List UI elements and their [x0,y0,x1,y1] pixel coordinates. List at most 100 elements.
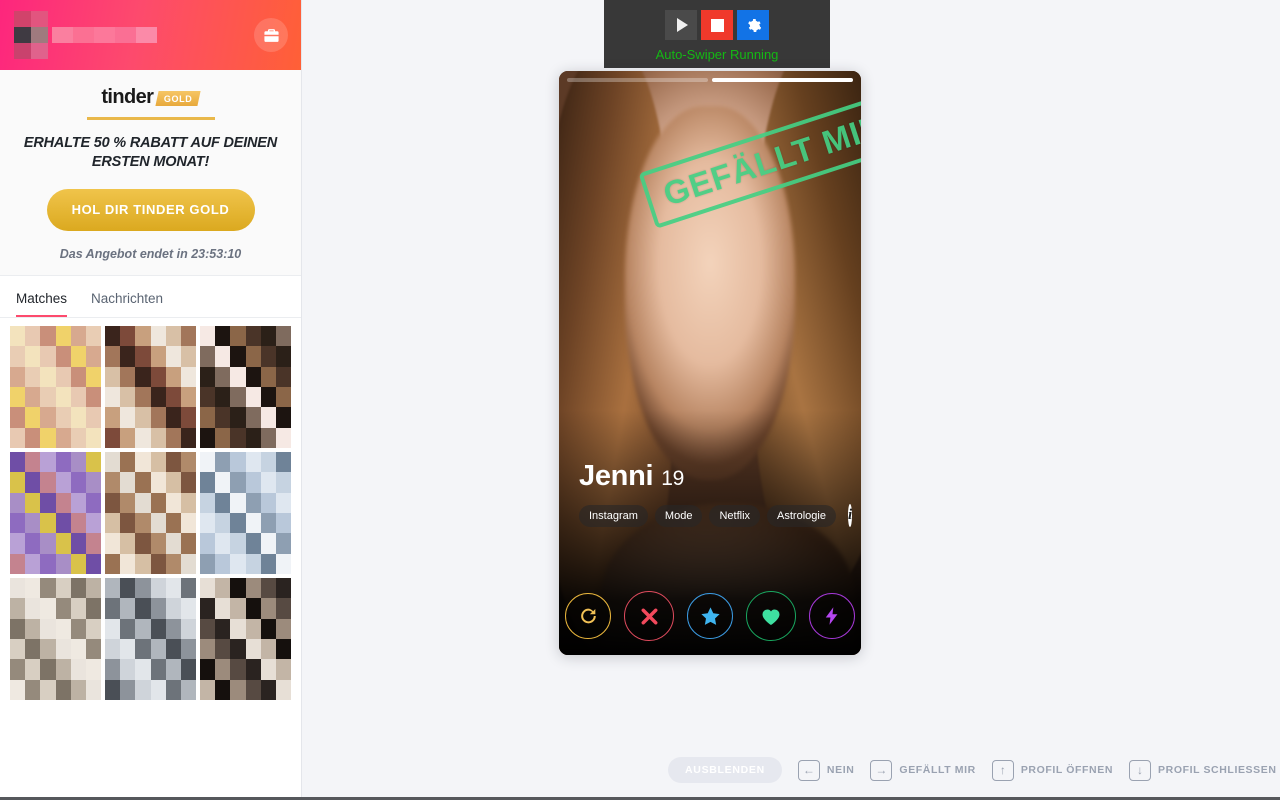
match-tile-pixel [151,452,166,472]
match-tile-pixel [25,387,40,407]
match-tile-pixel [105,387,120,407]
match-tile[interactable] [200,452,291,574]
swipe-card[interactable]: GEFÄLLT MIR Jenni 19 InstagramModeNetfli… [559,71,861,655]
boost-button[interactable] [809,593,855,639]
match-tile-pixel [166,598,181,618]
match-tile-pixel [276,680,291,700]
match-tile-pixel [105,513,120,533]
match-tile[interactable] [10,578,101,700]
match-tile-pixel [56,346,71,366]
match-tile-pixel [71,493,86,513]
match-tile-pixel [25,680,40,700]
match-tile-pixel [40,659,55,679]
profile-badge[interactable]: Instagram [579,505,648,527]
match-tile[interactable] [200,578,291,700]
match-tile-pixel [215,472,230,492]
match-tile-pixel [276,428,291,448]
match-tile-pixel [230,659,245,679]
match-tile-pixel [151,472,166,492]
match-tile[interactable] [105,452,196,574]
photo-progress-segment[interactable] [567,78,708,82]
match-tile-pixel [261,554,276,574]
match-tile-pixel [261,367,276,387]
nope-button[interactable] [624,591,674,641]
match-tile-pixel [230,493,245,513]
match-tile-pixel [10,387,25,407]
match-tile-pixel [200,619,215,639]
match-tile-pixel [71,472,86,492]
match-tile-pixel [181,578,196,598]
match-tile-pixel [86,367,101,387]
tab-messages[interactable]: Nachrichten [91,288,163,317]
match-tile-pixel [40,513,55,533]
profile-age: 19 [661,467,684,491]
match-tile-pixel [40,428,55,448]
briefcase-icon[interactable] [254,18,288,52]
match-tile-pixel [230,619,245,639]
match-tile-pixel [166,472,181,492]
match-tile-pixel [200,452,215,472]
match-tile[interactable] [10,326,101,448]
match-tile-pixel [10,578,25,598]
match-tile-pixel [246,513,261,533]
match-tile-pixel [230,452,245,472]
match-tile-pixel [40,639,55,659]
superlike-button[interactable] [687,593,733,639]
match-tile-pixel [261,346,276,366]
match-tile-pixel [10,659,25,679]
match-tile-pixel [276,493,291,513]
match-tile-pixel [215,346,230,366]
match-tile-pixel [276,578,291,598]
match-tile-pixel [120,452,135,472]
profile-name-row: Jenni 19 [579,460,845,493]
match-tile-pixel [120,367,135,387]
match-tile-pixel [105,659,120,679]
match-tile-pixel [230,367,245,387]
match-tile-pixel [86,513,101,533]
match-tile-pixel [135,619,150,639]
match-tile-pixel [56,619,71,639]
shortcut-item: →GEFÄLLT MIR [870,760,975,781]
match-tile-pixel [200,578,215,598]
match-tile-pixel [200,493,215,513]
photo-progress-segment[interactable] [712,78,853,82]
tinder-gold-logo: tinder GOLD [14,86,287,109]
match-tile-pixel [40,367,55,387]
match-tile[interactable] [105,326,196,448]
like-button[interactable] [746,591,796,641]
info-icon[interactable]: i [848,504,852,527]
match-tile-pixel [215,407,230,427]
avatar[interactable] [14,11,48,59]
match-tile-pixel [10,513,25,533]
match-tile-pixel [40,326,55,346]
match-tile-pixel [230,346,245,366]
match-tile-pixel [215,452,230,472]
match-tile[interactable] [200,326,291,448]
match-tile-pixel [215,619,230,639]
get-tinder-gold-button[interactable]: HOL DIR TINDER GOLD [47,189,255,231]
match-tile-pixel [56,387,71,407]
hide-shortcuts-button[interactable]: AUSBLENDEN [668,757,782,783]
match-tile-pixel [166,326,181,346]
match-tile-pixel [151,367,166,387]
match-tile-pixel [10,452,25,472]
match-tile-pixel [246,554,261,574]
profile-badges: InstagramModeNetflixAstrologiei [579,504,845,527]
profile-badge[interactable]: Netflix [709,505,760,527]
match-tile-pixel [105,533,120,553]
match-tile-pixel [261,452,276,472]
match-tile-pixel [120,639,135,659]
profile-badge[interactable]: Astrologie [767,505,836,527]
match-tile[interactable] [105,578,196,700]
match-tile-pixel [71,659,86,679]
match-tile-pixel [86,472,101,492]
match-tile-pixel [261,326,276,346]
rewind-button[interactable] [565,593,611,639]
match-tile-pixel [120,578,135,598]
tab-matches[interactable]: Matches [16,288,67,317]
profile-badge[interactable]: Mode [655,505,703,527]
match-tile[interactable] [10,452,101,574]
match-tile-pixel [230,407,245,427]
match-tile-pixel [86,533,101,553]
match-tile-pixel [86,578,101,598]
